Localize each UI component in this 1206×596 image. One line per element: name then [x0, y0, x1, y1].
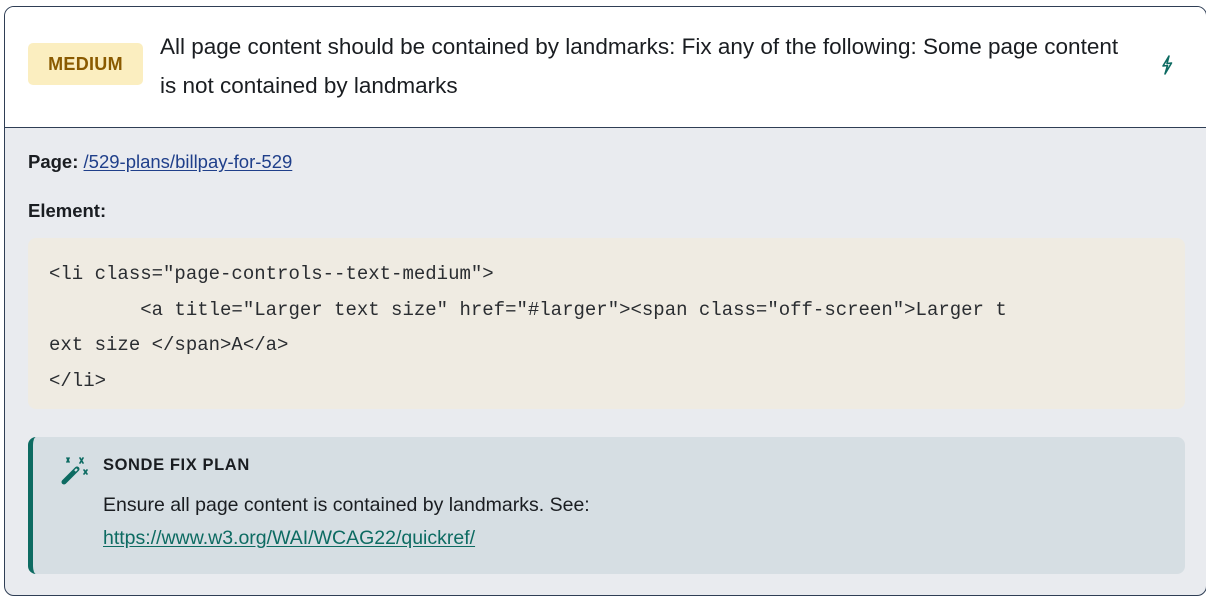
page-label: Page: — [28, 151, 79, 172]
lightning-bolt-icon[interactable] — [1158, 55, 1176, 75]
magic-wand-icon — [61, 457, 88, 485]
fix-plan-reference-link[interactable]: https://www.w3.org/WAI/WCAG22/quickref/ — [103, 522, 590, 555]
code-line: <li class="page-controls--text-medium"> — [49, 263, 494, 285]
fix-plan-text: Ensure all page content is contained by … — [103, 494, 590, 516]
page-url-link[interactable]: /529-plans/billpay-for-529 — [84, 151, 293, 172]
element-code-block: <li class="page-controls--text-medium"> … — [28, 238, 1185, 409]
code-line: </li> — [49, 369, 107, 392]
fix-plan-description: Ensure all page content is contained by … — [103, 489, 590, 555]
issue-title: All page content should be contained by … — [160, 34, 1119, 98]
issue-header[interactable]: MEDIUM All page content should be contai… — [5, 7, 1206, 128]
page-row: Page: /529-plans/billpay-for-529 — [28, 150, 292, 174]
code-line: ext size </span>A</a> — [49, 334, 289, 356]
issue-card: MEDIUM All page content should be contai… — [4, 6, 1206, 596]
code-line: <a title="Larger text size" href="#large… — [49, 298, 1007, 321]
element-label: Element: — [28, 200, 107, 221]
severity-badge: MEDIUM — [28, 43, 143, 85]
fix-plan-panel: SONDE FIX PLAN Ensure all page content i… — [28, 437, 1185, 574]
fix-plan-heading: SONDE FIX PLAN — [103, 456, 250, 474]
